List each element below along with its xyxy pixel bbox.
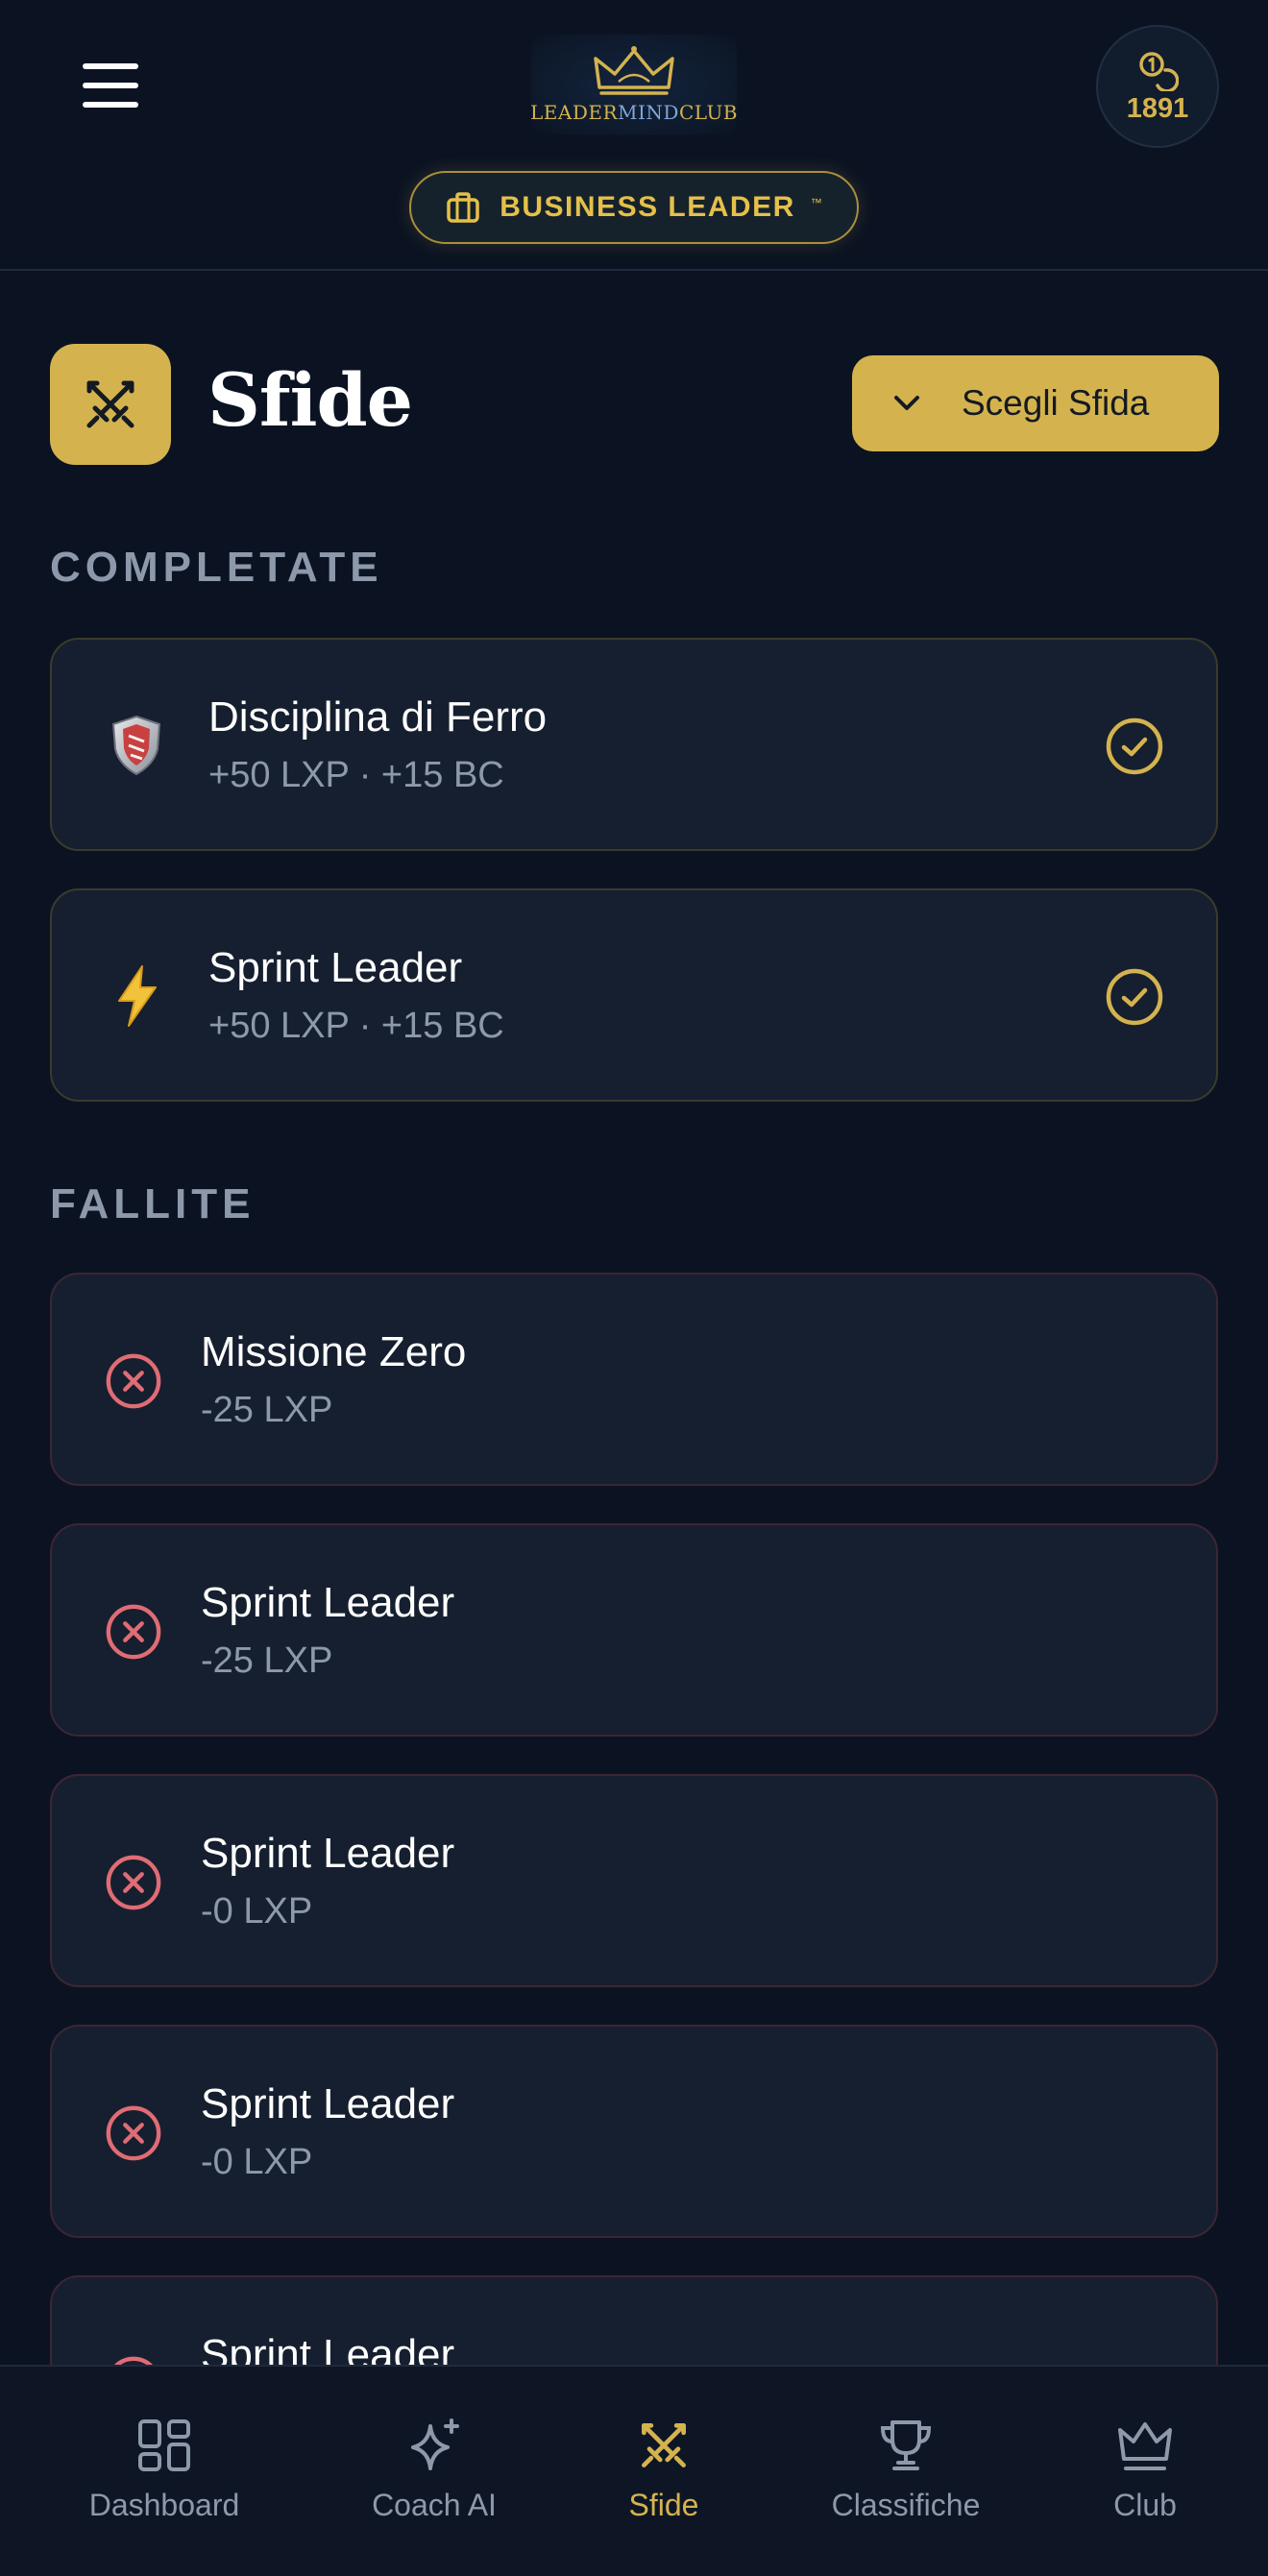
grid-icon [138,2419,190,2471]
lightning-icon [106,965,167,1027]
challenge-penalty: -25 LXP [201,1390,333,1430]
trophy-icon [880,2420,932,2470]
challenge-penalty: -0 LXP [201,2142,313,2182]
nav-label: Coach AI [372,2488,497,2522]
x-circle-icon [106,1604,161,1660]
shield-icon [106,715,167,776]
nav-label: Sfide [628,2488,699,2522]
top-header: LEADERMINDCLUB 1891 BUSINESS LEADER ™ [0,0,1268,271]
role-label: BUSINESS LEADER [500,191,795,223]
challenge-title: Sprint Leader [201,2080,455,2127]
failed-challenge-card[interactable]: Sprint Leader -0 LXP [50,1774,1218,1987]
challenge-penalty: -25 LXP [201,1640,333,1681]
challenge-title: Sprint Leader [201,1579,455,1626]
coin-balance[interactable]: 1891 [1096,25,1219,148]
challenge-penalty: -0 LXP [201,1891,313,1932]
challenge-title: Sprint Leader [208,944,463,991]
challenge-title: Disciplina di Ferro [208,693,548,741]
choose-challenge-button[interactable]: Scegli Sfida [852,355,1219,451]
nav-label: Classifiche [831,2488,981,2522]
crown-logo-icon [594,46,674,95]
section-completed-label: COMPLETATE [50,544,383,591]
role-badge[interactable]: BUSINESS LEADER ™ [409,171,859,244]
nav-coach-ai[interactable]: Coach AI [319,2417,549,2523]
failed-challenge-card[interactable]: Sprint Leader -25 LXP [50,1523,1218,1737]
challenge-reward: +50 LXP · +15 BC [208,1006,504,1046]
coin-count: 1891 [1126,92,1189,124]
choose-challenge-label: Scegli Sfida [962,383,1150,423]
challenge-reward: +50 LXP · +15 BC [208,755,504,795]
trademark-mark: ™ [810,196,822,209]
logo-text-leader: LEADER [530,101,619,124]
logo-wordmark: LEADERMINDCLUB [530,101,738,124]
chevron-down-icon [894,396,919,410]
sparkles-icon [411,2418,459,2470]
challenge-title: Missione Zero [201,1328,467,1375]
nav-label: Dashboard [88,2488,240,2522]
challenge-title: Sprint Leader [201,1830,455,1877]
nav-classifiche[interactable]: Classifiche [791,2417,1021,2523]
bottom-nav: Dashboard Coach AI Sfide Classifiche Clu… [0,2365,1268,2576]
logo-text-club: CLUB [678,101,738,124]
check-circle-icon [1106,968,1163,1026]
crossed-swords-icon [642,2423,686,2467]
nav-club[interactable]: Club [1030,2417,1260,2523]
crossed-swords-icon [86,380,134,428]
page-title: Sfide [207,357,413,443]
failed-challenge-card[interactable]: Missione Zero -25 LXP [50,1273,1218,1486]
failed-challenge-card[interactable]: Sprint Leader -0 LXP [50,2025,1218,2238]
nav-label: Club [1113,2488,1177,2522]
logo-text-mind: MIND [618,101,679,124]
briefcase-icon [447,192,479,223]
completed-challenge-card[interactable]: Disciplina di Ferro +50 LXP · +15 BC [50,638,1218,851]
crown-icon [1118,2422,1172,2470]
x-circle-icon [106,1855,161,1910]
nav-sfide[interactable]: Sfide [549,2417,779,2523]
coins-icon [1139,51,1179,91]
section-failed-label: FALLITE [50,1180,256,1227]
completed-challenge-card[interactable]: Sprint Leader +50 LXP · +15 BC [50,888,1218,1102]
check-circle-icon [1106,717,1163,775]
x-circle-icon [106,2105,161,2161]
app-logo[interactable]: LEADERMINDCLUB [530,35,738,134]
x-circle-icon [106,1353,161,1409]
nav-dashboard[interactable]: Dashboard [49,2417,280,2523]
challenges-title-icon [50,344,171,465]
app-screen: LEADERMINDCLUB 1891 BUSINESS LEADER ™ Sf… [0,0,1268,2576]
hamburger-menu-icon[interactable] [83,63,138,108]
